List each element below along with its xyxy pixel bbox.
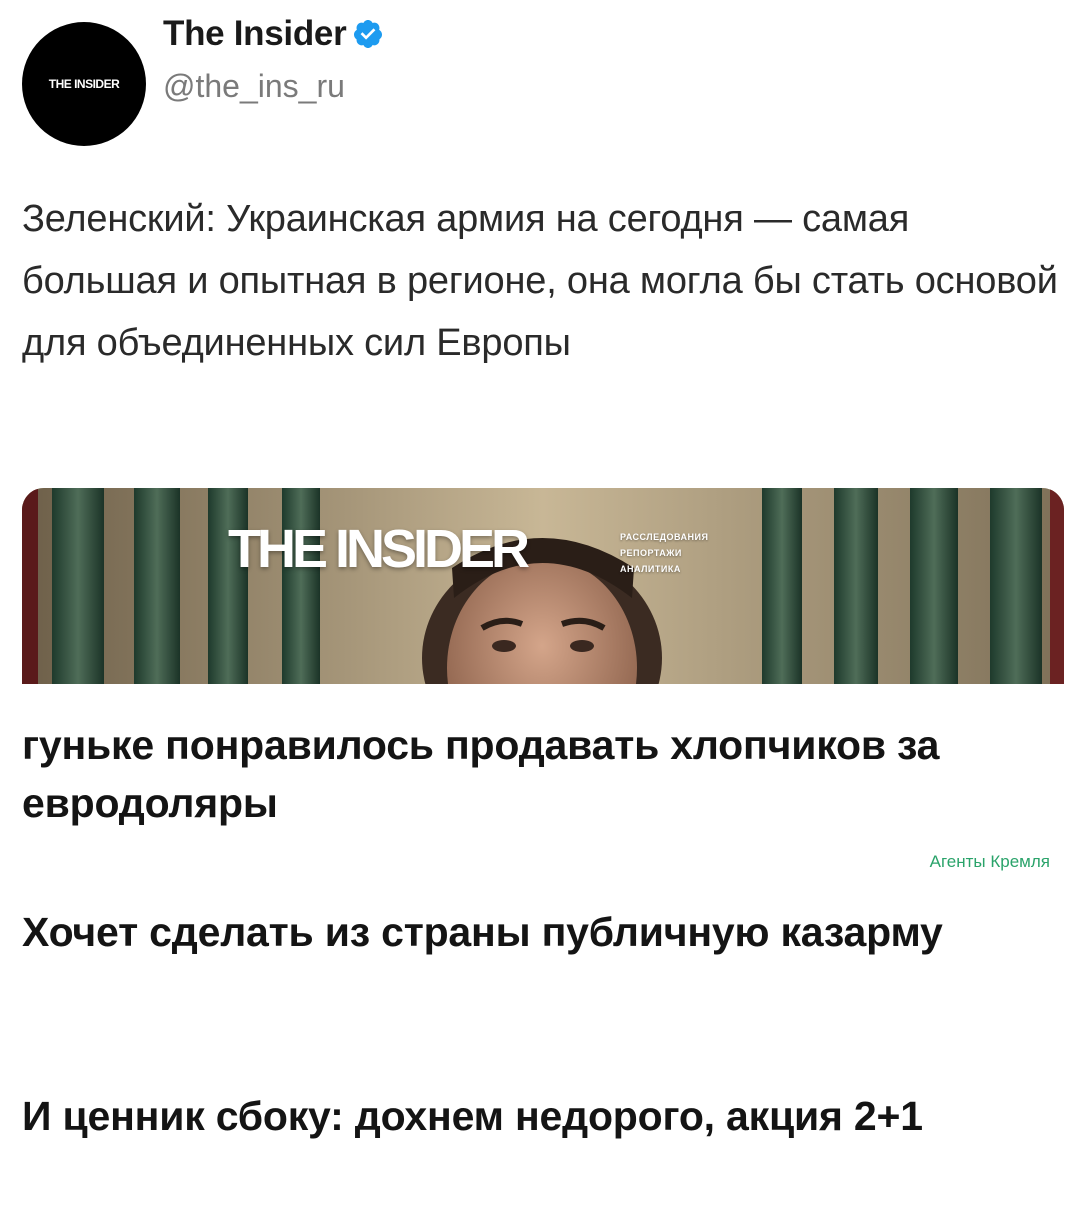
verified-badge-icon xyxy=(354,20,383,48)
media-tag: РЕПОРТАЖИ xyxy=(620,548,682,558)
caption-line-3: И ценник сбоку: дохнем недорого, акция 2… xyxy=(22,1093,923,1139)
author-handle[interactable]: @the_ins_ru xyxy=(163,68,345,105)
caption-line-2: Хочет сделать из страны публичную казарм… xyxy=(22,909,943,955)
media-tag: АНАЛИТИКА xyxy=(620,564,681,574)
media-tag: РАССЛЕДОВАНИЯ xyxy=(620,532,709,542)
author[interactable]: The Insider xyxy=(163,14,384,54)
media-logo: THE INSIDER xyxy=(228,519,530,579)
author-name[interactable]: The Insider xyxy=(163,14,347,54)
media-photo xyxy=(22,488,1064,684)
watermark-text: Агенты Кремля xyxy=(929,852,1050,871)
caption-line-1: гуньке понравилось продавать хлопчиков з… xyxy=(22,722,940,826)
tweet-media-image[interactable]: THE INSIDER РАССЛЕДОВАНИЯ РЕПОРТАЖИ АНАЛ… xyxy=(22,488,1064,684)
avatar-label: THE INSIDER xyxy=(48,77,120,91)
media-tags: РАССЛЕДОВАНИЯ РЕПОРТАЖИ АНАЛИТИКА xyxy=(620,532,708,574)
avatar[interactable]: THE INSIDER xyxy=(22,22,146,146)
tweet-text: Зеленский: Украинская армия на сегодня —… xyxy=(22,198,1058,364)
